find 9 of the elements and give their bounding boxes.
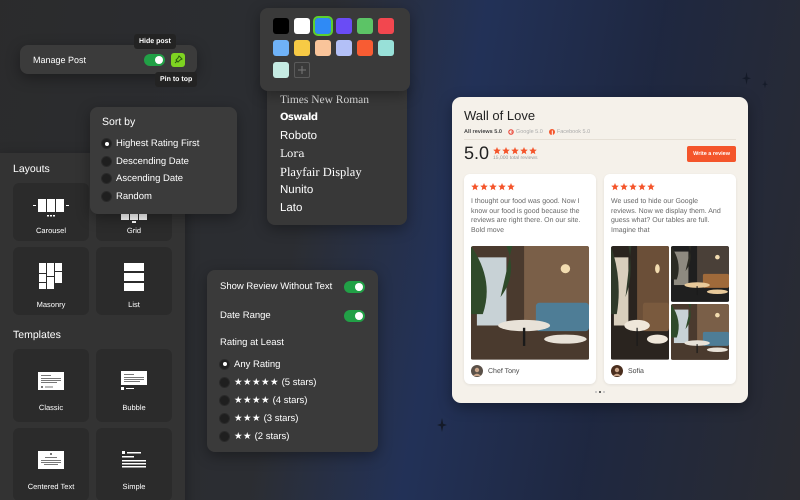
rating-title: Rating at Least (220, 337, 285, 348)
templates-title: Templates (13, 329, 62, 341)
layouts-title: Layouts (13, 163, 51, 175)
toggle-label: Date Range (220, 310, 271, 321)
sort-title: Sort by (102, 116, 136, 128)
widget-title: Wall of Love (464, 108, 536, 123)
manage-post-label: Manage Post (33, 54, 88, 64)
toggle-label: Show Review Without Text (220, 281, 332, 292)
rating-value: 5.0 (464, 143, 490, 164)
